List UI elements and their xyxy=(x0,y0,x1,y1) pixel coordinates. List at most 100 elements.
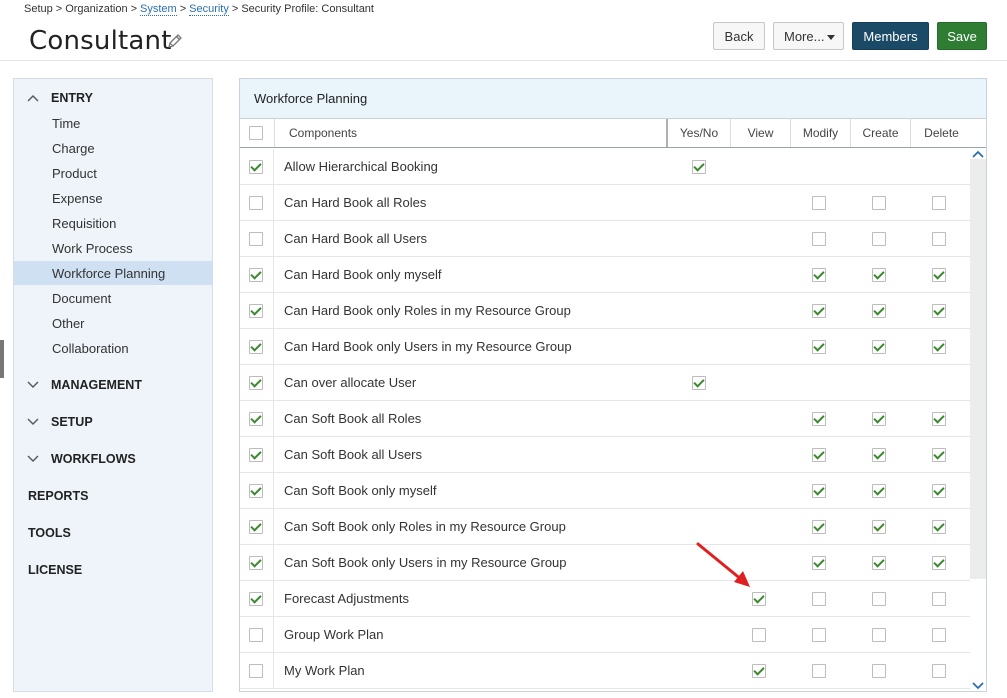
modify-checkbox[interactable] xyxy=(812,448,826,462)
delete-checkbox[interactable] xyxy=(932,484,946,498)
sidebar-item-expense[interactable]: Expense xyxy=(14,186,212,210)
delete-checkbox[interactable] xyxy=(932,340,946,354)
sidebar-group-setup[interactable]: SETUP xyxy=(14,410,212,434)
row-select-checkbox[interactable] xyxy=(249,556,263,570)
create-checkbox[interactable] xyxy=(872,196,886,210)
scroll-down-icon[interactable] xyxy=(972,681,984,691)
view-checkbox[interactable] xyxy=(752,664,766,678)
row-select-checkbox[interactable] xyxy=(249,304,263,318)
row-select-checkbox[interactable] xyxy=(249,160,263,174)
row-select-checkbox[interactable] xyxy=(249,628,263,642)
sidebar-group-entry[interactable]: ENTRY xyxy=(14,86,212,110)
column-header-view[interactable]: View xyxy=(730,119,790,147)
back-button[interactable]: Back xyxy=(713,22,765,50)
modify-checkbox[interactable] xyxy=(812,664,826,678)
sidebar-group-management[interactable]: MANAGEMENT xyxy=(14,373,212,397)
row-select-checkbox[interactable] xyxy=(249,520,263,534)
delete-checkbox[interactable] xyxy=(932,196,946,210)
delete-checkbox[interactable] xyxy=(932,412,946,426)
pencil-icon[interactable] xyxy=(166,32,184,50)
row-select-checkbox[interactable] xyxy=(249,376,263,390)
modify-checkbox[interactable] xyxy=(812,268,826,282)
row-select-cell xyxy=(240,185,274,220)
create-checkbox[interactable] xyxy=(872,268,886,282)
delete-checkbox[interactable] xyxy=(932,520,946,534)
yesno-checkbox[interactable] xyxy=(692,160,706,174)
delete-checkbox[interactable] xyxy=(932,448,946,462)
create-checkbox[interactable] xyxy=(872,448,886,462)
sidebar-item-other[interactable]: Other xyxy=(14,311,212,335)
sidebar-link-tools[interactable]: TOOLS xyxy=(14,521,212,545)
row-select-checkbox[interactable] xyxy=(249,448,263,462)
scrollbar-thumb[interactable] xyxy=(970,159,986,579)
view-checkbox[interactable] xyxy=(752,628,766,642)
breadcrumb-security-link[interactable]: Security xyxy=(189,3,229,16)
sidebar-resize-handle[interactable] xyxy=(0,340,4,378)
select-all-checkbox[interactable] xyxy=(249,126,263,140)
modify-checkbox[interactable] xyxy=(812,232,826,246)
create-checkbox[interactable] xyxy=(872,484,886,498)
create-checkbox[interactable] xyxy=(872,304,886,318)
modify-checkbox[interactable] xyxy=(812,196,826,210)
modify-checkbox[interactable] xyxy=(812,340,826,354)
row-select-checkbox[interactable] xyxy=(249,484,263,498)
create-checkbox[interactable] xyxy=(872,232,886,246)
view-checkbox[interactable] xyxy=(752,592,766,606)
table-row: Can Soft Book all Roles xyxy=(240,401,970,437)
delete-checkbox[interactable] xyxy=(932,232,946,246)
sidebar-link-license[interactable]: LICENSE xyxy=(14,558,212,582)
sidebar-item-time[interactable]: Time xyxy=(14,111,212,135)
save-button[interactable]: Save xyxy=(937,22,987,50)
delete-checkbox[interactable] xyxy=(932,664,946,678)
column-header-yesno[interactable]: Yes/No xyxy=(668,119,730,147)
row-select-checkbox[interactable] xyxy=(249,340,263,354)
sidebar-item-product[interactable]: Product xyxy=(14,161,212,185)
members-button[interactable]: Members xyxy=(852,22,929,50)
modify-checkbox[interactable] xyxy=(812,304,826,318)
sidebar-item-requisition[interactable]: Requisition xyxy=(14,211,212,235)
modify-checkbox[interactable] xyxy=(812,592,826,606)
delete-checkbox[interactable] xyxy=(932,268,946,282)
column-header-components[interactable]: Components xyxy=(274,119,666,147)
delete-checkbox[interactable] xyxy=(932,556,946,570)
modify-checkbox[interactable] xyxy=(812,484,826,498)
delete-checkbox[interactable] xyxy=(932,592,946,606)
sidebar-item-charge[interactable]: Charge xyxy=(14,136,212,160)
row-select-checkbox[interactable] xyxy=(249,232,263,246)
sidebar-item-collaboration[interactable]: Collaboration xyxy=(14,336,212,360)
scroll-up-icon[interactable] xyxy=(972,149,984,159)
modify-checkbox[interactable] xyxy=(812,556,826,570)
delete-checkbox[interactable] xyxy=(932,304,946,318)
sidebar-group-workflows[interactable]: WORKFLOWS xyxy=(14,447,212,471)
row-select-checkbox[interactable] xyxy=(249,664,263,678)
delete-checkbox[interactable] xyxy=(932,628,946,642)
table-scrollbar[interactable] xyxy=(970,149,986,691)
create-checkbox[interactable] xyxy=(872,628,886,642)
component-name: Can Hard Book only myself xyxy=(284,267,442,282)
create-checkbox[interactable] xyxy=(872,664,886,678)
modify-checkbox[interactable] xyxy=(812,412,826,426)
row-select-checkbox[interactable] xyxy=(249,412,263,426)
column-header-delete[interactable]: Delete xyxy=(910,119,972,147)
create-checkbox[interactable] xyxy=(872,556,886,570)
breadcrumb-setup[interactable]: Setup xyxy=(24,3,53,15)
row-select-checkbox[interactable] xyxy=(249,196,263,210)
more-dropdown-button[interactable]: More... xyxy=(773,22,844,50)
sidebar-item-document[interactable]: Document xyxy=(14,286,212,310)
sidebar-item-work-process[interactable]: Work Process xyxy=(14,236,212,260)
column-header-modify[interactable]: Modify xyxy=(790,119,850,147)
sidebar-item-workforce-planning[interactable]: Workforce Planning xyxy=(14,261,212,285)
row-select-checkbox[interactable] xyxy=(249,268,263,282)
column-header-create[interactable]: Create xyxy=(850,119,910,147)
create-checkbox[interactable] xyxy=(872,340,886,354)
row-select-checkbox[interactable] xyxy=(249,592,263,606)
create-checkbox[interactable] xyxy=(872,520,886,534)
modify-checkbox[interactable] xyxy=(812,520,826,534)
modify-checkbox[interactable] xyxy=(812,628,826,642)
sidebar-link-reports[interactable]: REPORTS xyxy=(14,484,212,508)
breadcrumb-system-link[interactable]: System xyxy=(140,3,177,16)
create-checkbox[interactable] xyxy=(872,592,886,606)
breadcrumb-organization[interactable]: Organization xyxy=(65,3,127,15)
create-checkbox[interactable] xyxy=(872,412,886,426)
yesno-checkbox[interactable] xyxy=(692,376,706,390)
